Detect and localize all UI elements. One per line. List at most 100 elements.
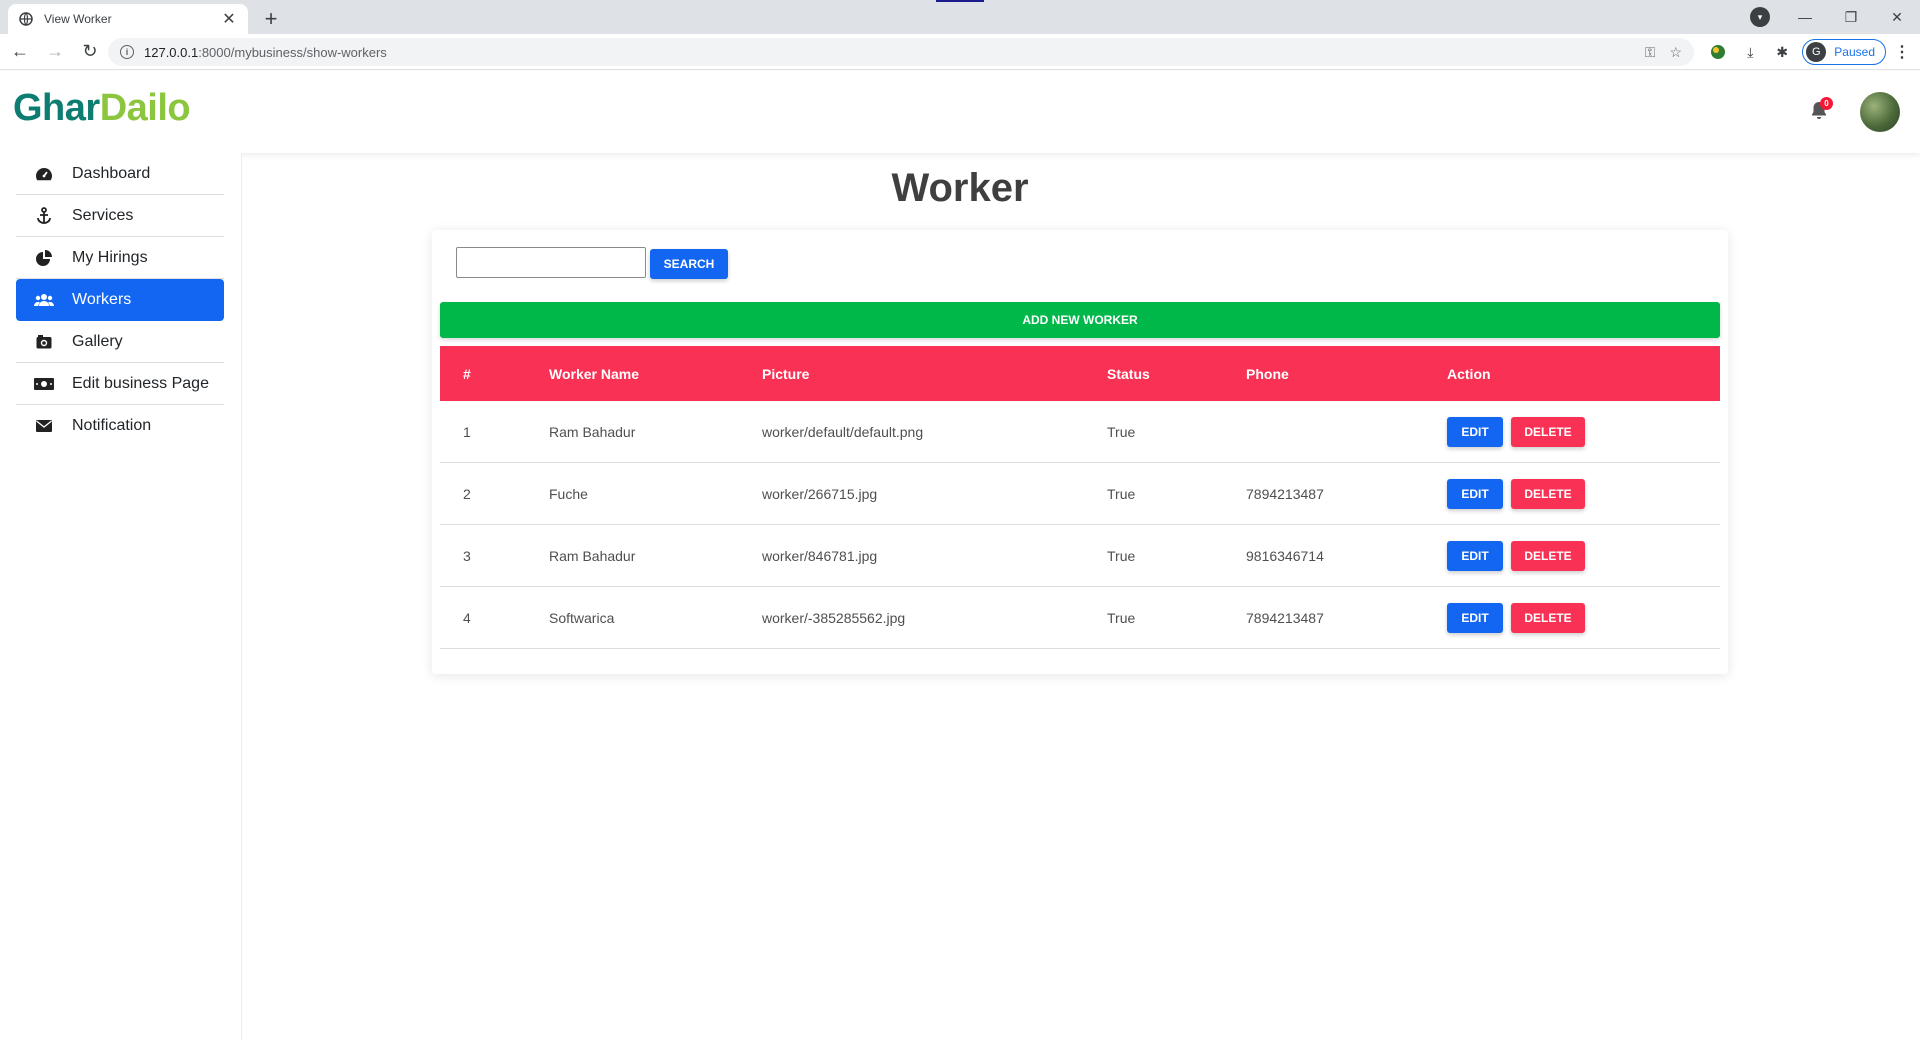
url-path: :8000/mybusiness/show-workers bbox=[198, 44, 387, 60]
globe-icon bbox=[18, 11, 34, 27]
pie-chart-icon bbox=[34, 248, 54, 268]
site-info-icon[interactable]: i bbox=[120, 45, 134, 59]
sidebar-item-label: Workers bbox=[72, 291, 132, 308]
anchor-icon bbox=[34, 206, 54, 226]
money-bill-icon bbox=[34, 374, 54, 394]
restore-icon[interactable]: ❐ bbox=[1828, 0, 1874, 34]
url-host: 127.0.0.1 bbox=[144, 44, 199, 60]
sidebar-item-workers[interactable]: Workers bbox=[16, 279, 224, 321]
tab-search-icon[interactable]: ▾ bbox=[1750, 7, 1770, 27]
table-row: 3 Ram Bahadur worker/846781.jpg True 981… bbox=[440, 525, 1720, 587]
sidebar-item-edit-business-page[interactable]: Edit business Page bbox=[16, 363, 224, 405]
worker-status: True bbox=[1107, 485, 1136, 502]
minimize-icon[interactable]: — bbox=[1782, 0, 1828, 34]
workers-table: # Worker Name Picture Status Phone Actio… bbox=[440, 346, 1720, 649]
table-row: 2 Fuche worker/266715.jpg True 789421348… bbox=[440, 463, 1720, 525]
sidebar-item-my-hirings[interactable]: My Hirings bbox=[16, 237, 224, 279]
download-icon[interactable]: ⤓ bbox=[1736, 38, 1764, 66]
row-actions: EDIT DELETE bbox=[1447, 416, 1585, 447]
delete-button[interactable]: DELETE bbox=[1511, 478, 1585, 509]
search-input[interactable] bbox=[456, 247, 646, 278]
worker-picture-path: worker/846781.jpg bbox=[762, 547, 878, 564]
row-actions: EDIT DELETE bbox=[1447, 602, 1585, 633]
edit-button[interactable]: EDIT bbox=[1447, 478, 1503, 509]
envelope-icon bbox=[34, 416, 54, 436]
logo[interactable]: GharDailo bbox=[13, 87, 191, 130]
table-row: 4 Softwarica worker/-385285562.jpg True … bbox=[440, 587, 1720, 649]
sidebar-item-gallery[interactable]: Gallery bbox=[16, 321, 224, 363]
back-arrow-icon[interactable]: ← bbox=[5, 37, 35, 67]
tab-indicator bbox=[936, 0, 984, 2]
sidebar-item-services[interactable]: Services bbox=[16, 195, 224, 237]
column-header-worker-name: Worker Name bbox=[549, 365, 640, 382]
worker-status: True bbox=[1107, 609, 1136, 626]
avatar[interactable] bbox=[1860, 92, 1900, 132]
profile-initial: G bbox=[1806, 42, 1827, 62]
window-close-icon[interactable]: ✕ bbox=[1874, 0, 1920, 34]
forward-arrow-icon[interactable]: → bbox=[40, 37, 70, 67]
reload-icon[interactable]: ↻ bbox=[75, 37, 105, 67]
worker-phone: 7894213487 bbox=[1246, 609, 1324, 626]
star-icon[interactable]: ☆ bbox=[1669, 44, 1682, 61]
kebab-menu-icon[interactable]: ⋮ bbox=[1894, 42, 1910, 62]
page-title: Worker bbox=[891, 166, 1029, 210]
site-header: GharDailo 0 bbox=[0, 71, 1920, 153]
puzzle-icon[interactable]: ✱ bbox=[1768, 38, 1796, 66]
worker-phone: 7894213487 bbox=[1246, 485, 1324, 502]
browser-toolbar: ← → ↻ i 127.0.0.1:8000/mybusiness/show-w… bbox=[0, 34, 1920, 70]
add-new-worker-button[interactable]: ADD NEW WORKER bbox=[440, 302, 1720, 338]
sidebar-item-label: Edit business Page bbox=[72, 374, 209, 392]
profile-button[interactable]: G Paused bbox=[1802, 39, 1886, 65]
tachometer-icon bbox=[34, 164, 54, 184]
sidebar-item-label: Dashboard bbox=[72, 164, 151, 182]
edit-button[interactable]: EDIT bbox=[1447, 416, 1503, 447]
sidebar-item-label: Gallery bbox=[72, 332, 123, 350]
worker-name: Fuche bbox=[549, 485, 588, 502]
worker-name: Ram Bahadur bbox=[549, 423, 636, 440]
camera-icon bbox=[34, 332, 54, 352]
logo-part2: Dailo bbox=[99, 87, 191, 129]
table-header: # Worker Name Picture Status Phone Actio… bbox=[440, 346, 1720, 401]
sidebar-item-dashboard[interactable]: Dashboard bbox=[16, 153, 224, 195]
edit-button[interactable]: EDIT bbox=[1447, 540, 1503, 571]
sidebar-item-label: Services bbox=[72, 206, 134, 224]
address-bar[interactable]: i 127.0.0.1:8000/mybusiness/show-workers… bbox=[108, 38, 1694, 66]
table-row: 1 Ram Bahadur worker/default/default.png… bbox=[440, 401, 1720, 463]
window-controls: ▾ — ❐ ✕ bbox=[1750, 0, 1920, 34]
search-button[interactable]: SEARCH bbox=[650, 249, 728, 279]
worker-phone: 9816346714 bbox=[1246, 547, 1324, 564]
delete-button[interactable]: DELETE bbox=[1511, 540, 1585, 571]
worker-picture-path: worker/266715.jpg bbox=[762, 485, 878, 502]
extensions-area: ⤓ ✱ G Paused ⋮ bbox=[1700, 38, 1910, 66]
delete-button[interactable]: DELETE bbox=[1511, 602, 1585, 633]
worker-picture-path: worker/default/default.png bbox=[762, 423, 924, 440]
column-header-number: # bbox=[463, 365, 471, 382]
column-header-status: Status bbox=[1107, 365, 1150, 382]
worker-status: True bbox=[1107, 547, 1136, 564]
sidebar-item-label: Notification bbox=[72, 417, 152, 434]
delete-button[interactable]: DELETE bbox=[1511, 416, 1585, 447]
column-header-picture: Picture bbox=[762, 365, 810, 382]
column-header-action: Action bbox=[1447, 365, 1491, 382]
extension-globe-icon[interactable] bbox=[1704, 38, 1732, 66]
key-icon[interactable]: ⚿ bbox=[1645, 44, 1656, 61]
row-number: 4 bbox=[463, 609, 471, 626]
sidebar-item-label: My Hirings bbox=[72, 248, 148, 266]
column-header-phone: Phone bbox=[1246, 365, 1289, 382]
worker-name: Softwarica bbox=[549, 609, 615, 626]
notification-badge: 0 bbox=[1820, 97, 1833, 110]
users-icon bbox=[34, 290, 54, 310]
edit-button[interactable]: EDIT bbox=[1447, 602, 1503, 633]
close-icon[interactable]: ✕ bbox=[220, 9, 238, 29]
worker-status: True bbox=[1107, 423, 1136, 440]
new-tab-button[interactable]: + bbox=[258, 6, 284, 32]
sidebar-item-notification[interactable]: Notification bbox=[16, 405, 224, 447]
sidebar-nav: Dashboard Services My Hirings Workers Ga… bbox=[16, 153, 224, 447]
row-number: 2 bbox=[463, 485, 471, 502]
browser-tab[interactable]: View Worker ✕ bbox=[8, 4, 248, 34]
row-number: 1 bbox=[463, 423, 471, 440]
tab-title: View Worker bbox=[44, 12, 112, 26]
profile-status: Paused bbox=[1834, 45, 1875, 59]
url-text[interactable]: 127.0.0.1:8000/mybusiness/show-workers bbox=[144, 45, 1631, 60]
logo-part1: Ghar bbox=[13, 87, 100, 129]
